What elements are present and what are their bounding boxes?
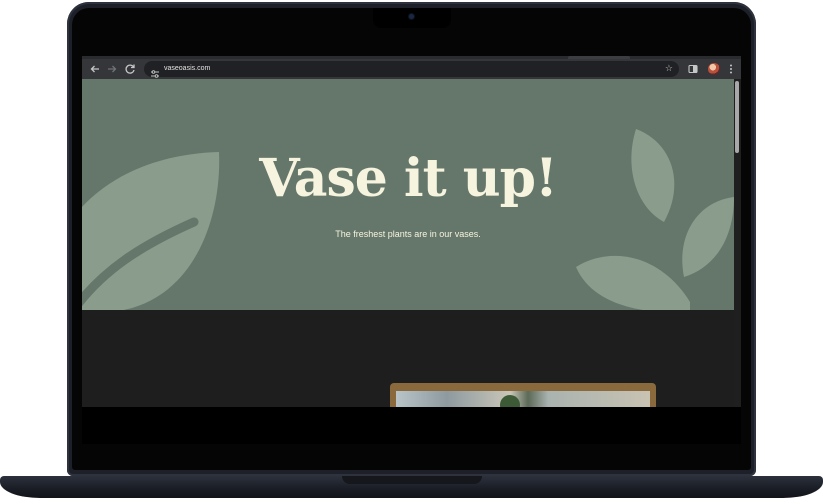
- product-image-card[interactable]: [390, 383, 656, 407]
- laptop-base-lip: [342, 476, 482, 484]
- laptop-mockup: vaseoasis.com ☆ Vase it up! The freshest…: [0, 0, 823, 504]
- page-viewport: Vase it up! The freshest plants are in o…: [82, 79, 734, 407]
- reload-icon[interactable]: [123, 62, 137, 76]
- product-image: [396, 391, 650, 407]
- camera-icon: [409, 14, 414, 19]
- extension-icon[interactable]: [708, 63, 720, 75]
- site-settings-icon[interactable]: [150, 64, 160, 78]
- scrollbar-thumb[interactable]: [735, 81, 739, 153]
- address-bar[interactable]: vaseoasis.com ☆: [144, 61, 679, 78]
- arrow-right-icon[interactable]: [105, 62, 119, 76]
- hero-subtitle: The freshest plants are in our vases.: [335, 229, 481, 239]
- hero-banner: Vase it up! The freshest plants are in o…: [82, 79, 734, 310]
- hero-title: Vase it up!: [259, 148, 558, 209]
- side-panel-icon[interactable]: [686, 62, 700, 76]
- menu-kebab-icon[interactable]: [724, 62, 738, 76]
- browser-toolbar: vaseoasis.com ☆: [82, 59, 741, 79]
- star-icon[interactable]: ☆: [665, 61, 673, 77]
- screen-bottom-area: [82, 407, 741, 444]
- url-text[interactable]: vaseoasis.com: [164, 61, 210, 77]
- arrow-left-icon[interactable]: [88, 62, 102, 76]
- browser-window: vaseoasis.com ☆ Vase it up! The freshest…: [82, 56, 741, 444]
- page-scrollbar[interactable]: [734, 79, 741, 407]
